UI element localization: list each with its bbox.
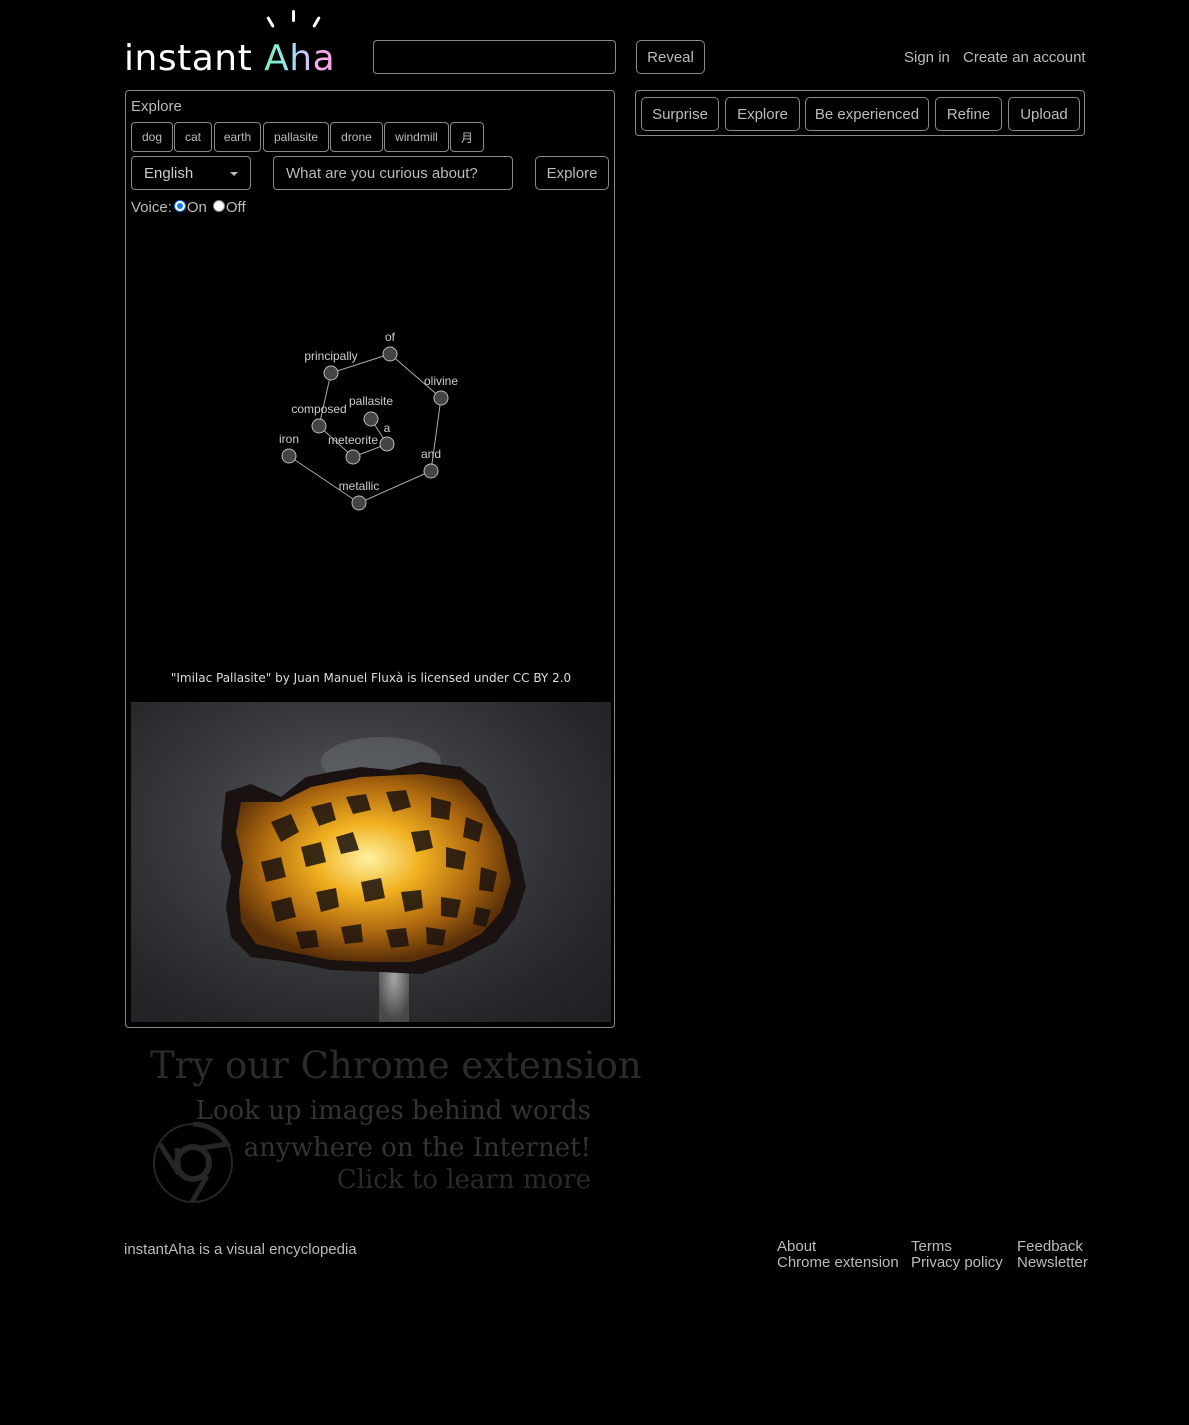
graph-node-iron[interactable] bbox=[281, 448, 297, 464]
graph-node-principally[interactable] bbox=[323, 365, 339, 381]
image-credit: "Imilac Pallasite" by Juan Manuel Fluxà … bbox=[170, 671, 572, 685]
logo-ray bbox=[292, 10, 295, 22]
language-value: English bbox=[144, 164, 194, 182]
chip-moon[interactable]: 月 bbox=[450, 122, 484, 152]
chrome-logo-icon[interactable] bbox=[152, 1122, 234, 1204]
promo-line-2: anywhere on the Internet! bbox=[243, 1133, 591, 1163]
graph-node-of[interactable] bbox=[382, 346, 398, 362]
panel-title: Explore bbox=[131, 98, 182, 115]
action-toolbar: Surprise Explore Be experienced Refine U… bbox=[635, 90, 1085, 136]
footer-about-link[interactable]: About bbox=[777, 1238, 816, 1255]
language-select[interactable]: English bbox=[131, 156, 251, 190]
chip-cat[interactable]: cat bbox=[174, 122, 212, 152]
curious-search-input[interactable] bbox=[273, 156, 513, 190]
logo[interactable]: instant Aha bbox=[124, 10, 335, 79]
voice-off-radio[interactable] bbox=[212, 199, 225, 212]
graph-node-composed[interactable] bbox=[311, 418, 327, 434]
caret-down-icon bbox=[230, 172, 238, 176]
graph-label-and[interactable]: and bbox=[421, 447, 441, 461]
explore-mode-button[interactable]: Explore bbox=[725, 97, 800, 131]
chip-pallasite[interactable]: pallasite bbox=[263, 122, 329, 152]
graph-node-meteorite[interactable] bbox=[345, 449, 361, 465]
graph-edge bbox=[318, 372, 332, 427]
voice-off-label: Off bbox=[225, 199, 246, 216]
reveal-input[interactable] bbox=[373, 40, 616, 74]
footer-feedback-link[interactable]: Feedback bbox=[1017, 1238, 1083, 1255]
pallasite-photo bbox=[131, 702, 611, 1022]
voice-label: Voice: bbox=[131, 199, 172, 216]
refine-button[interactable]: Refine bbox=[935, 97, 1002, 131]
surprise-button[interactable]: Surprise bbox=[641, 97, 719, 131]
voice-on-label: On bbox=[186, 199, 207, 216]
logo-text: instant Aha bbox=[124, 38, 335, 79]
footer-newsletter-link[interactable]: Newsletter bbox=[1017, 1254, 1088, 1271]
graph-label-principally[interactable]: principally bbox=[304, 349, 357, 363]
graph-label-metallic[interactable]: metallic bbox=[339, 479, 380, 493]
logo-ray bbox=[312, 16, 321, 28]
chip-drone[interactable]: drone bbox=[330, 122, 383, 152]
voice-toggle: Voice: On Off bbox=[131, 199, 246, 216]
graph-label-a[interactable]: a bbox=[384, 421, 391, 435]
chip-earth[interactable]: earth bbox=[214, 122, 261, 152]
explore-button[interactable]: Explore bbox=[535, 156, 609, 190]
graph-label-of[interactable]: of bbox=[385, 330, 396, 344]
graph-label-iron[interactable]: iron bbox=[279, 432, 299, 446]
explore-panel: Explore dog cat earth pallasite drone wi… bbox=[125, 90, 615, 1028]
graph-node-olivine[interactable] bbox=[433, 390, 449, 406]
pallasite-illustration bbox=[221, 737, 526, 1022]
reveal-button[interactable]: Reveal bbox=[636, 40, 705, 74]
promo-cta[interactable]: Click to learn more bbox=[337, 1165, 591, 1195]
graph-label-pallasite[interactable]: pallasite bbox=[349, 394, 393, 408]
upload-button[interactable]: Upload bbox=[1008, 97, 1080, 131]
footer-privacy-link[interactable]: Privacy policy bbox=[911, 1254, 1003, 1271]
graph-node-pallasite[interactable] bbox=[363, 411, 379, 427]
word-graph: ofprincipallyolivinecomposedpallasiteame… bbox=[279, 330, 458, 511]
footer-chrome-extension-link[interactable]: Chrome extension bbox=[777, 1254, 899, 1271]
graph-label-meteorite[interactable]: meteorite bbox=[328, 433, 378, 447]
graph-node-a[interactable] bbox=[379, 436, 395, 452]
promo-title[interactable]: Try our Chrome extension bbox=[150, 1044, 642, 1087]
create-account-link[interactable]: Create an account bbox=[963, 49, 1086, 66]
logo-text-plain: instant bbox=[124, 38, 253, 79]
graph-node-metallic[interactable] bbox=[351, 495, 367, 511]
voice-on-radio[interactable] bbox=[173, 199, 186, 212]
chip-windmill[interactable]: windmill bbox=[384, 122, 449, 152]
logo-ray bbox=[266, 16, 275, 28]
promo-description[interactable]: Look up images behind words anywhere on … bbox=[196, 1093, 591, 1167]
logo-text-accent: Aha bbox=[264, 38, 336, 79]
footer-terms-link[interactable]: Terms bbox=[911, 1238, 952, 1255]
graph-label-composed[interactable]: composed bbox=[291, 402, 346, 416]
graph-label-olivine[interactable]: olivine bbox=[424, 374, 458, 388]
promo-line-1: Look up images behind words bbox=[195, 1096, 591, 1126]
be-experienced-button[interactable]: Be experienced bbox=[805, 97, 929, 131]
chip-dog[interactable]: dog bbox=[131, 122, 173, 152]
graph-node-and[interactable] bbox=[423, 463, 439, 479]
footer-tagline: instantAha is a visual encyclopedia bbox=[124, 1241, 357, 1258]
sign-in-link[interactable]: Sign in bbox=[904, 49, 950, 66]
